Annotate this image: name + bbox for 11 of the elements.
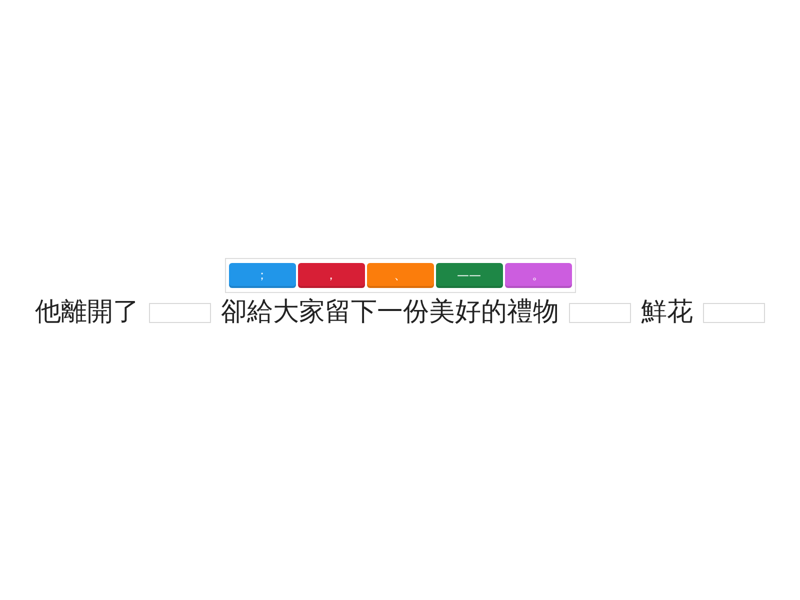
sentence-text: 卻給大家留下一份美好的禮物 bbox=[221, 297, 559, 327]
punctuation-tile[interactable]: ； bbox=[228, 263, 296, 288]
answer-box[interactable] bbox=[149, 303, 211, 323]
sentence-text: 他離開了 bbox=[35, 297, 139, 327]
sentence-text: 鮮花 bbox=[641, 297, 693, 327]
punctuation-tile[interactable]: ， bbox=[298, 263, 364, 288]
answer-box[interactable] bbox=[569, 303, 631, 323]
punctuation-tile[interactable]: —— bbox=[436, 263, 502, 288]
punctuation-tile[interactable]: 、 bbox=[366, 263, 434, 288]
punctuation-tile[interactable]: 。 bbox=[504, 263, 572, 288]
answer-box[interactable] bbox=[703, 303, 765, 323]
